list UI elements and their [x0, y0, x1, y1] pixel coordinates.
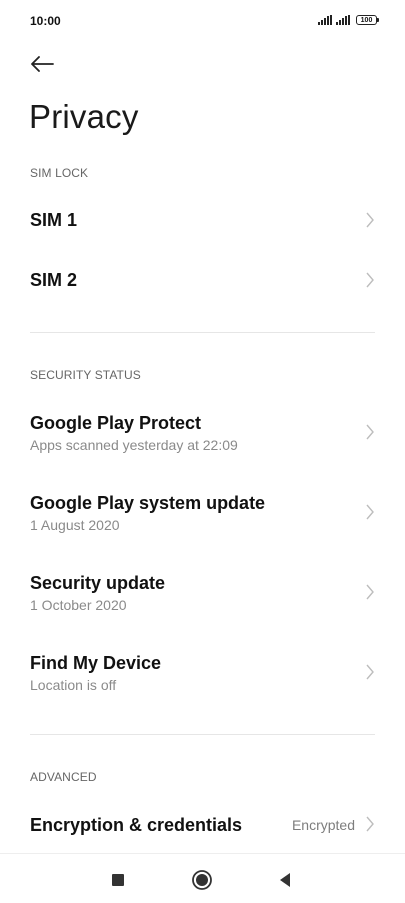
section-divider	[30, 734, 375, 735]
security-update-row[interactable]: Security update 1 October 2020	[0, 560, 405, 640]
chevron-right-icon	[366, 664, 374, 680]
back-button[interactable]	[26, 50, 58, 78]
row-title: SIM 2	[30, 270, 78, 290]
row-title: Encryption & credentials	[30, 815, 243, 835]
row-subtitle: Location is off	[30, 677, 117, 693]
row-subtitle: 1 August 2020	[30, 517, 120, 533]
section-header-sim-lock: SIM LOCK	[30, 166, 89, 180]
chevron-right-icon	[366, 584, 374, 600]
chevron-right-icon	[366, 272, 374, 288]
home-button[interactable]	[190, 868, 214, 892]
row-title: SIM 1	[30, 210, 78, 230]
home-circle-icon	[192, 870, 212, 890]
section-header-advanced: ADVANCED	[30, 770, 97, 784]
google-play-system-update-row[interactable]: Google Play system update 1 August 2020	[0, 480, 405, 560]
row-subtitle: Apps scanned yesterday at 22:09	[30, 437, 238, 453]
battery-icon: 100	[356, 15, 379, 25]
chevron-right-icon	[366, 816, 374, 832]
find-my-device-row[interactable]: Find My Device Location is off	[0, 640, 405, 720]
row-subtitle: 1 October 2020	[30, 597, 127, 613]
row-value: Encrypted	[291, 817, 355, 833]
google-play-protect-row[interactable]: Google Play Protect Apps scanned yesterd…	[0, 400, 405, 480]
recents-button[interactable]	[106, 868, 130, 892]
chevron-right-icon	[366, 504, 374, 520]
back-triangle-icon	[280, 873, 290, 887]
recents-square-icon	[112, 874, 124, 886]
sim-1-row[interactable]: SIM 1	[0, 190, 405, 250]
chevron-right-icon	[366, 212, 374, 228]
row-title: Google Play Protect	[30, 413, 202, 433]
row-title: Google Play system update	[30, 493, 266, 513]
row-title: Security update	[30, 573, 166, 593]
arrow-left-icon	[31, 56, 54, 72]
status-bar: 10:00 100	[0, 0, 405, 44]
section-divider	[30, 332, 375, 333]
sim-2-row[interactable]: SIM 2	[0, 250, 405, 310]
encryption-credentials-row[interactable]: Encryption & credentials Encrypted	[0, 796, 405, 852]
signal-icon-sim1	[318, 15, 332, 25]
section-header-security-status: SECURITY STATUS	[30, 368, 141, 382]
navigation-bar	[0, 853, 405, 903]
row-title: Find My Device	[30, 653, 162, 673]
status-time: 10:00	[30, 14, 61, 28]
status-icons: 100	[318, 15, 379, 25]
page-title: Privacy	[29, 98, 139, 135]
nav-back-button[interactable]	[273, 868, 297, 892]
signal-icon-sim2	[336, 15, 350, 25]
chevron-right-icon	[366, 424, 374, 440]
